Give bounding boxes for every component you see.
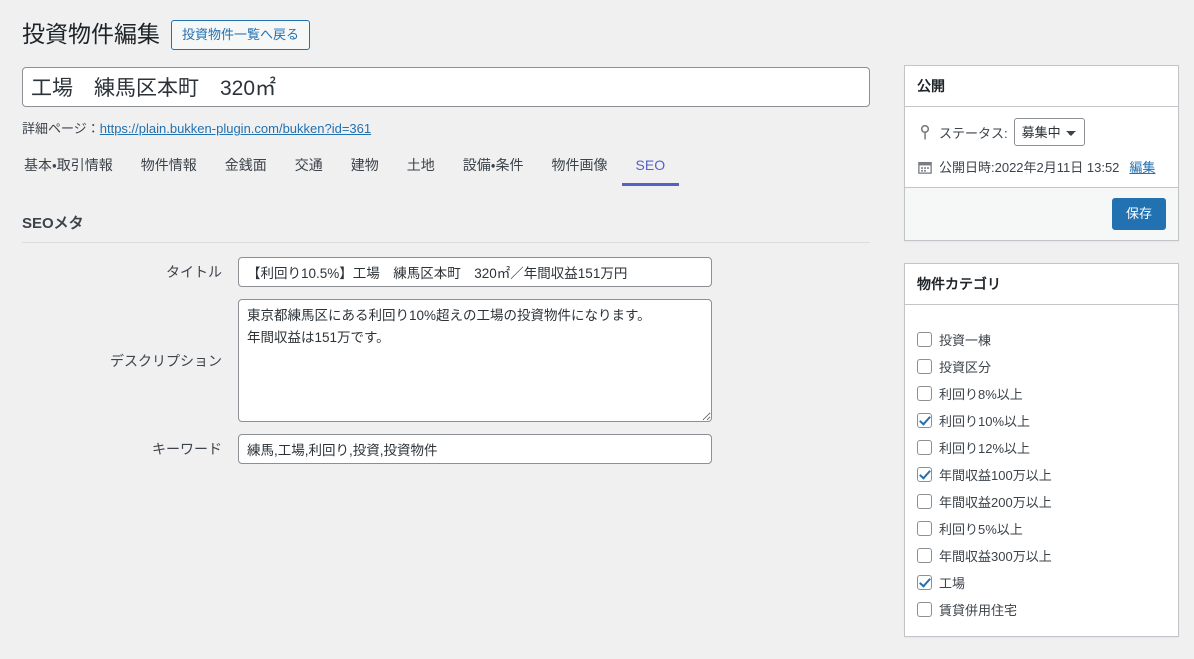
back-to-list-button[interactable]: 投資物件一覧へ戻る: [171, 20, 311, 50]
tab-transport[interactable]: 交通: [281, 155, 337, 186]
edit-publish-date-link[interactable]: 編集: [1129, 157, 1155, 176]
seo-description-textarea[interactable]: 東京都練馬区にある利回り10%超えの工場の投資物件になります。 年間収益は151…: [238, 299, 712, 422]
category-panel-title: 物件カテゴリ: [905, 264, 1178, 305]
publish-panel-body: ステータス: 募集中 公開日時:2022年2月11日 13:52 編集: [905, 107, 1178, 187]
main-content-column: 投資物件編集 投資物件一覧へ戻る 詳細ページ：https://plain.buk…: [0, 0, 890, 464]
list-item-label: 年間収益100万以上: [939, 468, 1052, 483]
list-item-label: 年間収益300万以上: [939, 549, 1052, 564]
admin-page: 投資物件編集 投資物件一覧へ戻る 詳細ページ：https://plain.buk…: [0, 0, 1194, 649]
list-item-label: 賃貸併用住宅: [939, 603, 1018, 618]
list-item[interactable]: 利回り12%以上: [917, 434, 1166, 461]
tab-land[interactable]: 土地: [393, 155, 449, 186]
seo-title-row: タイトル: [22, 257, 712, 287]
publish-panel-title: 公開: [905, 66, 1178, 107]
sidebar-column: 公開 ステータス: 募集中 公開日時:2022年2月11日 13:52 編集 保…: [904, 0, 1194, 659]
list-item[interactable]: 利回り8%以上: [917, 380, 1166, 407]
tab-equipment[interactable]: 設備・条件: [449, 155, 538, 186]
checkbox[interactable]: [917, 467, 932, 482]
seo-keywords-label: キーワード: [152, 441, 222, 457]
seo-form: タイトル デスクリプション 東京都練馬区にある利回り10%超えの工場の投資物件に…: [22, 257, 712, 464]
permalink: 詳細ページ：https://plain.bukken-plugin.com/bu…: [22, 118, 870, 137]
seo-title-input[interactable]: [238, 257, 712, 287]
checkbox[interactable]: [917, 386, 932, 401]
tab-bar: 基本・取引情報 物件情報 金銭面 交通 建物 土地 設備・条件 物件画像 SEO: [22, 154, 870, 186]
checkbox[interactable]: [917, 602, 932, 617]
seo-description-cell: 東京都練馬区にある利回り10%超えの工場の投資物件になります。 年間収益は151…: [238, 299, 712, 422]
permalink-label: 詳細ページ：: [22, 121, 100, 136]
pin-icon: [917, 124, 933, 140]
list-item[interactable]: 利回り10%以上: [917, 407, 1166, 434]
spacer: [22, 422, 712, 434]
list-item[interactable]: 年間収益300万以上: [917, 542, 1166, 569]
status-label: ステータス:: [939, 125, 1008, 141]
checkbox[interactable]: [917, 575, 932, 590]
status-row: ステータス: 募集中: [917, 117, 1166, 147]
tab-financial[interactable]: 金銭面: [211, 155, 281, 186]
seo-description-row: デスクリプション 東京都練馬区にある利回り10%超えの工場の投資物件になります。…: [22, 299, 712, 422]
section-divider: [22, 242, 870, 243]
publish-panel: 公開 ステータス: 募集中 公開日時:2022年2月11日 13:52 編集 保…: [904, 65, 1179, 241]
publish-panel-footer: 保存: [905, 187, 1178, 240]
checkbox[interactable]: [917, 359, 932, 374]
list-item[interactable]: 賃貸併用住宅: [917, 596, 1166, 623]
list-item-label: 工場: [939, 576, 966, 591]
page-header: 投資物件編集 投資物件一覧へ戻る: [22, 16, 870, 54]
post-title-input[interactable]: [22, 67, 870, 107]
page-title: 投資物件編集: [22, 21, 160, 48]
permalink-link[interactable]: https://plain.bukken-plugin.com/bukken?i…: [100, 121, 371, 136]
category-panel: 物件カテゴリ 投資一棟 投資区分 利回り8%以上 利回り10%以上 利回り12%…: [904, 263, 1179, 637]
seo-keywords-cell: [238, 434, 712, 464]
list-item-label: 利回り12%以上: [939, 441, 1031, 456]
publish-date-text: 公開日時:2022年2月11日 13:52: [939, 160, 1120, 175]
seo-title-cell: [238, 257, 712, 287]
tab-images[interactable]: 物件画像: [538, 155, 622, 186]
list-item-label: 投資一棟: [939, 333, 992, 348]
list-item[interactable]: 利回り5%以上: [917, 515, 1166, 542]
seo-keywords-row: キーワード: [22, 434, 712, 464]
seo-keywords-input[interactable]: [238, 434, 712, 464]
save-button[interactable]: 保存: [1111, 198, 1166, 230]
checkbox[interactable]: [917, 413, 932, 428]
status-select[interactable]: 募集中: [1013, 118, 1085, 146]
tab-basic[interactable]: 基本・取引情報: [22, 155, 127, 186]
category-list: 投資一棟 投資区分 利回り8%以上 利回り10%以上 利回り12%以上 年間収益…: [917, 326, 1166, 623]
seo-description-label: デスクリプション: [110, 352, 222, 369]
list-item-label: 年間収益200万以上: [939, 495, 1052, 510]
tab-seo[interactable]: SEO: [621, 155, 680, 186]
list-item[interactable]: 工場: [917, 569, 1166, 596]
list-item[interactable]: 投資区分: [917, 353, 1166, 380]
checkbox[interactable]: [917, 548, 932, 563]
seo-title-label: タイトル: [166, 264, 222, 280]
list-item-label: 利回り8%以上: [939, 387, 1023, 402]
checkbox[interactable]: [917, 440, 932, 455]
publish-date-row: 公開日時:2022年2月11日 13:52 編集: [917, 157, 1166, 176]
list-item[interactable]: 投資一棟: [917, 326, 1166, 353]
seo-section-title: SEOメタ: [22, 215, 84, 232]
tab-property-info[interactable]: 物件情報: [127, 155, 211, 186]
checkbox[interactable]: [917, 332, 932, 347]
tab-building[interactable]: 建物: [337, 155, 393, 186]
list-item[interactable]: 年間収益100万以上: [917, 461, 1166, 488]
calendar-icon: [917, 159, 933, 175]
checkbox[interactable]: [917, 521, 932, 536]
list-item-label: 利回り10%以上: [939, 414, 1031, 429]
list-item-label: 投資区分: [939, 360, 992, 375]
category-panel-body: 投資一棟 投資区分 利回り8%以上 利回り10%以上 利回り12%以上 年間収益…: [905, 305, 1178, 636]
spacer: [22, 287, 712, 299]
checkbox[interactable]: [917, 494, 932, 509]
list-item[interactable]: 年間収益200万以上: [917, 488, 1166, 515]
list-item-label: 利回り5%以上: [939, 522, 1023, 537]
